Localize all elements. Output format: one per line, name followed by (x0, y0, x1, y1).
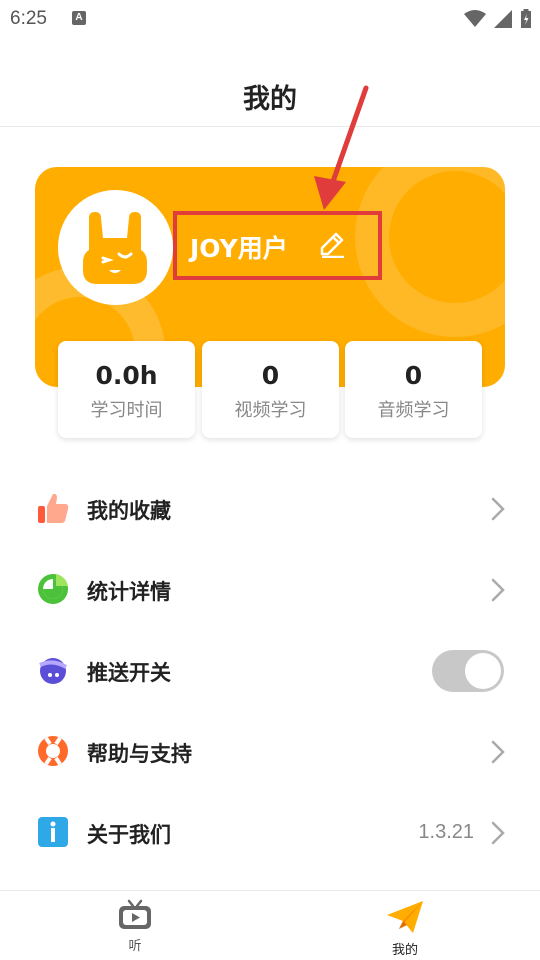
stat-value: 0 (404, 361, 423, 390)
planet-icon (39, 658, 68, 684)
status-time: 6:25 (10, 8, 47, 29)
bottom-nav: 听 我的 (0, 890, 540, 960)
stat-label: 音频学习 (377, 400, 450, 421)
stat-value: 0.0h (95, 361, 158, 390)
wifi-icon (464, 10, 486, 27)
nav-item-listen[interactable]: 听 (95, 899, 175, 954)
menu-label: 帮助与支持 (87, 742, 192, 766)
menu-item-push-toggle: 推送开关 (0, 631, 540, 711)
nav-item-mine[interactable]: 我的 (365, 899, 445, 958)
tv-icon (119, 899, 151, 929)
stat-video-study[interactable]: 0 视频学习 (202, 341, 339, 438)
menu-item-favorites[interactable]: 我的收藏 (0, 469, 540, 549)
menu-item-statistics[interactable]: 统计详情 (0, 550, 540, 630)
lifebuoy-icon (38, 736, 68, 766)
bunny-avatar-icon (83, 212, 147, 284)
annotation-highlight-box (173, 211, 382, 280)
stat-study-time[interactable]: 0.0h 学习时间 (58, 341, 195, 438)
thumbs-up-icon (38, 493, 69, 523)
menu-item-help[interactable]: 帮助与支持 (0, 712, 540, 792)
stat-label: 学习时间 (90, 400, 163, 421)
status-bar: 6:25 A (0, 0, 540, 40)
battery-icon (521, 9, 531, 28)
menu-label: 我的收藏 (87, 499, 171, 523)
stat-value: 0 (261, 361, 280, 390)
status-icons (464, 8, 532, 30)
chevron-right-icon (491, 821, 505, 845)
header: 我的 (0, 40, 540, 127)
pie-chart-icon (38, 574, 68, 604)
toggle-knob (465, 653, 501, 689)
stat-label: 视频学习 (234, 400, 307, 421)
stat-audio-study[interactable]: 0 音频学习 (345, 341, 482, 438)
chevron-right-icon (491, 740, 505, 764)
menu-item-about[interactable]: 关于我们 1.3.21 (0, 793, 540, 873)
page-title: 我的 (243, 84, 297, 115)
info-icon (38, 817, 68, 847)
menu-label: 推送开关 (87, 661, 171, 685)
nav-label: 听 (128, 939, 142, 954)
avatar[interactable] (58, 190, 173, 305)
nav-label: 我的 (391, 943, 418, 958)
notification-icon: A (72, 11, 86, 25)
push-toggle-switch[interactable] (432, 650, 504, 692)
chevron-right-icon (491, 578, 505, 602)
chevron-right-icon (491, 497, 505, 521)
version-number: 1.3.21 (418, 821, 474, 843)
menu-label: 统计详情 (87, 580, 171, 604)
menu-label: 关于我们 (87, 823, 171, 847)
annotation-arrow-icon (314, 85, 369, 210)
paper-plane-icon (387, 901, 423, 933)
signal-icon (494, 10, 512, 28)
